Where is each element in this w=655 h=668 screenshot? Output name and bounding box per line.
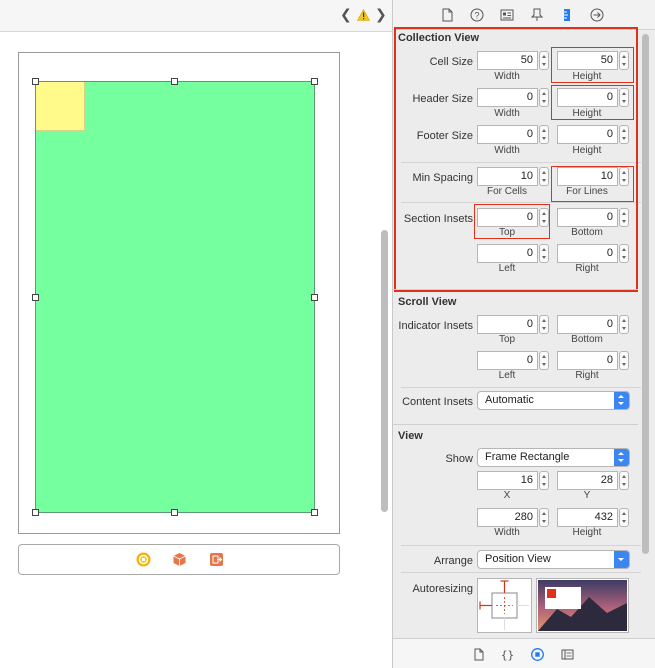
resize-handle-top-left[interactable] <box>32 78 39 85</box>
inspector-scrollbar[interactable] <box>642 34 649 554</box>
highlight-min-spacing-lines <box>551 166 634 202</box>
highlight-cell-height <box>551 47 634 83</box>
indicator-insets-bottom-label: Bottom <box>571 334 603 345</box>
indicator-insets-bottom-field[interactable]: 0 <box>557 315 618 334</box>
resize-handle-bottom[interactable] <box>171 509 178 516</box>
indicator-insets-right-stepper[interactable] <box>619 351 629 370</box>
code-snippet-icon[interactable]: {} <box>501 648 514 662</box>
chevron-left-icon[interactable]: ❮ <box>340 7 352 23</box>
canvas-scrollbar[interactable] <box>381 230 388 512</box>
content-insets-label: Content Insets <box>402 396 473 408</box>
canvas-jump-bar: ❮ ❯ <box>0 0 392 32</box>
frame-y-stepper[interactable] <box>619 471 629 490</box>
arrange-label: Arrange <box>433 555 473 567</box>
separator <box>393 424 638 425</box>
separator <box>401 387 641 388</box>
indicator-insets-top-field[interactable]: 0 <box>477 315 538 334</box>
show-popup[interactable]: Frame Rectangle <box>477 448 630 467</box>
frame-height-stepper[interactable] <box>619 508 629 527</box>
frame-y-field[interactable]: 28 <box>557 471 618 490</box>
size-icon[interactable] <box>560 8 574 22</box>
indicator-insets-left-stepper[interactable] <box>539 351 549 370</box>
arrange-popup[interactable]: Position View <box>477 550 630 569</box>
highlight-section-insets-top <box>474 204 550 239</box>
exit-icon[interactable] <box>209 552 224 567</box>
autoresizing-preview-image <box>538 580 627 631</box>
indicator-insets-top-stepper[interactable] <box>539 315 549 334</box>
chevron-down-icon <box>614 551 629 568</box>
collection-view[interactable] <box>35 81 315 513</box>
xcode-window: ❮ ❯ ? Collection View Cell Size 50 Width… <box>0 0 655 668</box>
scene-dock <box>18 544 340 575</box>
show-value: Frame Rectangle <box>485 451 570 463</box>
separator <box>401 545 641 546</box>
content-insets-value: Automatic <box>485 394 534 406</box>
autoresizing-label: Autoresizing <box>412 583 473 595</box>
resize-handle-right[interactable] <box>311 294 318 301</box>
resize-handle-bottom-right[interactable] <box>311 509 318 516</box>
inspector-tab-bar: ? <box>393 0 655 30</box>
library-tab-bar: {} <box>393 638 655 668</box>
svg-text:{}: {} <box>501 649 514 662</box>
indicator-insets-label: Indicator Insets <box>398 320 473 332</box>
frame-width-stepper[interactable] <box>539 508 549 527</box>
scroll-view-title: Scroll View <box>398 296 457 308</box>
svg-text:?: ? <box>474 11 479 21</box>
frame-x-label: X <box>503 490 511 501</box>
autoresizing-mask-editor[interactable] <box>477 578 532 633</box>
frame-width-label: Width <box>494 527 520 538</box>
indicator-insets-bottom-stepper[interactable] <box>619 315 629 334</box>
collection-view-cell[interactable] <box>36 82 85 131</box>
connections-icon[interactable] <box>590 8 604 22</box>
chevron-up-down-icon <box>614 449 629 466</box>
indicator-insets-right-field[interactable]: 0 <box>557 351 618 370</box>
frame-y-label: Y <box>583 490 591 501</box>
view-controller-icon[interactable] <box>136 552 151 567</box>
resize-handle-bottom-left[interactable] <box>32 509 39 516</box>
autoresizing-preview <box>536 578 629 633</box>
show-label: Show <box>445 453 473 465</box>
chevron-up-down-icon <box>614 392 629 409</box>
help-icon[interactable]: ? <box>470 8 484 22</box>
frame-x-field[interactable]: 16 <box>477 471 538 490</box>
content-insets-popup[interactable]: Automatic <box>477 391 630 410</box>
separator <box>393 289 638 290</box>
indicator-insets-left-field[interactable]: 0 <box>477 351 538 370</box>
first-responder-icon[interactable] <box>172 552 187 567</box>
chevron-right-icon[interactable]: ❯ <box>375 7 387 23</box>
resize-handle-left[interactable] <box>32 294 39 301</box>
frame-width-field[interactable]: 280 <box>477 508 538 527</box>
resize-handle-top[interactable] <box>171 78 178 85</box>
attributes-inspector: ? Collection View Cell Size 50 Width 50 … <box>393 0 655 668</box>
warning-icon[interactable] <box>357 9 370 21</box>
file-icon[interactable] <box>440 8 454 22</box>
frame-height-field[interactable]: 432 <box>557 508 618 527</box>
object-library-icon[interactable] <box>531 648 544 661</box>
frame-x-stepper[interactable] <box>539 471 549 490</box>
frame-height-label: Height <box>572 527 602 538</box>
resize-handle-top-right[interactable] <box>311 78 318 85</box>
separator <box>401 572 641 573</box>
indicator-insets-top-label: Top <box>498 334 516 345</box>
media-library-icon[interactable] <box>561 648 574 661</box>
view-title: View <box>398 430 423 442</box>
indicator-insets-left-label: Left <box>498 370 516 381</box>
highlight-header-height <box>551 85 634 120</box>
identity-icon[interactable] <box>500 8 514 22</box>
indicator-insets-right-label: Right <box>575 370 599 381</box>
file-template-icon[interactable] <box>472 648 485 661</box>
attributes-icon[interactable] <box>530 8 544 22</box>
arrange-value: Position View <box>485 553 551 565</box>
autoresizing-springs-icon <box>479 580 529 630</box>
storyboard-canvas[interactable]: ❮ ❯ <box>0 0 392 668</box>
